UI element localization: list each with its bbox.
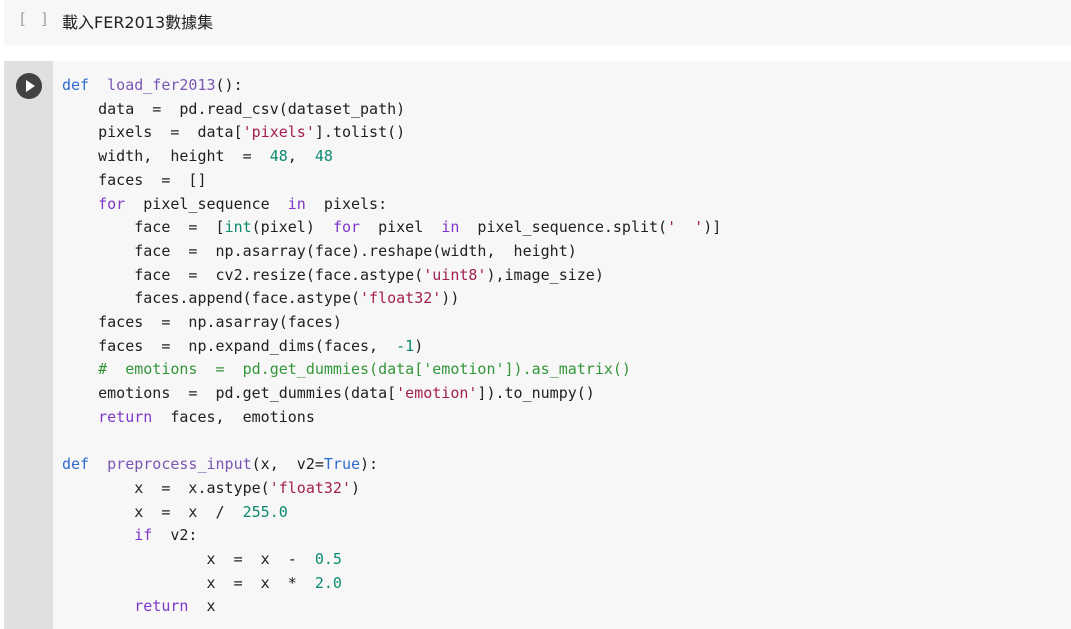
code-token: in xyxy=(441,218,460,237)
code-token: faces = np.expand_dims(faces, xyxy=(62,336,397,355)
code-token: 2.0 xyxy=(314,573,342,592)
code-line: face = np.asarray(face).reshape(width, h… xyxy=(62,239,577,263)
code-token: preprocess_input xyxy=(107,455,252,474)
code-token: for xyxy=(98,194,126,213)
code-token: width, height = xyxy=(62,147,270,166)
code-token: (x, v2= xyxy=(251,455,324,474)
code-token: 'pixels' xyxy=(242,123,315,142)
code-token: x = x * xyxy=(62,573,315,592)
code-token: (): xyxy=(215,76,243,94)
code-token: pixel xyxy=(360,218,442,237)
code-line: faces = np.asarray(faces) xyxy=(62,310,342,334)
code-token: ) xyxy=(414,336,424,355)
code-token: )) xyxy=(441,289,460,308)
code-token: emotions = pd.get_dummies(data[ xyxy=(62,384,397,403)
code-token: for xyxy=(332,218,361,237)
code-token: return xyxy=(134,597,189,616)
code-token: pixels = data[ xyxy=(62,123,243,142)
code-line: return x xyxy=(62,594,216,618)
code-line: pixels = data['pixels'].tolist() xyxy=(62,120,405,144)
cell-heading: 載入FER2013數據集 xyxy=(62,13,214,32)
code-line: emotions = pd.get_dummies(data['emotion'… xyxy=(62,381,595,405)
code-line: def preprocess_input(x, v2=True): xyxy=(62,452,378,476)
code-token: face = [ xyxy=(62,218,225,237)
cell-gutter xyxy=(4,61,53,629)
code-token: faces.append(face.astype( xyxy=(62,289,361,308)
code-token: faces = np.asarray(faces) xyxy=(62,313,342,331)
code-token: # emotions = pd.get_dummies(data['emotio… xyxy=(62,360,631,379)
code-line: width, height = 48, 48 xyxy=(62,144,333,168)
code-line: return faces, emotions xyxy=(62,405,315,429)
code-token: )] xyxy=(703,218,722,237)
code-token: v2: xyxy=(152,526,198,545)
cell-execution-count: [ ] xyxy=(18,10,52,28)
code-token: x xyxy=(188,597,216,616)
code-token: data = pd.read_csv(dataset_path) xyxy=(62,99,406,118)
code-token: -1 xyxy=(396,336,415,355)
code-line: faces = [] xyxy=(62,168,207,192)
code-line: face = [int(pixel) for pixel in pixel_se… xyxy=(62,215,721,239)
code-token: return xyxy=(98,407,153,426)
code-token: pixel_sequence xyxy=(125,194,288,213)
code-token: pixels: xyxy=(305,194,388,213)
code-token: 'float32' xyxy=(269,478,351,497)
code-token: def xyxy=(62,76,90,94)
code-token: 'float32' xyxy=(360,289,442,308)
code-token: , xyxy=(287,147,315,166)
code-line: def load_fer2013(): xyxy=(62,73,243,97)
code-line: data = pd.read_csv(dataset_path) xyxy=(62,97,405,121)
code-line: x = x.astype('float32') xyxy=(62,476,360,500)
code-token: ) xyxy=(351,478,361,497)
code-line: x = x * 2.0 xyxy=(62,571,342,595)
code-token: x = x - xyxy=(62,550,315,568)
code-line: # emotions = pd.get_dummies(data['emotio… xyxy=(62,357,631,381)
code-token: load_fer2013 xyxy=(107,76,216,94)
run-cell-button[interactable] xyxy=(16,73,42,99)
code-line: x = x / 255.0 xyxy=(62,500,288,524)
code-token: ]).to_numpy() xyxy=(477,384,595,403)
code-token: def xyxy=(62,455,90,474)
code-token: face = cv2.resize(face.astype( xyxy=(62,265,424,284)
code-token: 255.0 xyxy=(242,502,288,521)
code-token: x = x.astype( xyxy=(62,478,270,497)
code-token: ' ' xyxy=(667,218,704,237)
code-token: 0.5 xyxy=(314,550,342,568)
code-line: face = cv2.resize(face.astype('uint8'),i… xyxy=(62,263,604,287)
code-token: True xyxy=(323,455,361,474)
code-token: faces = [] xyxy=(62,170,207,189)
play-icon xyxy=(26,80,35,92)
code-token: 48 xyxy=(269,147,288,166)
code-token: ): xyxy=(360,455,379,474)
code-line: if v2: xyxy=(62,523,197,547)
code-token: x = x / xyxy=(62,502,243,521)
code-token: 'emotion' xyxy=(396,384,478,403)
code-token: ].tolist() xyxy=(314,123,406,142)
code-line: faces = np.expand_dims(faces, -1) xyxy=(62,334,423,358)
code-token: int xyxy=(224,218,252,237)
code-token: face = np.asarray(face).reshape(width, h… xyxy=(62,241,577,260)
code-token: in xyxy=(287,194,306,213)
code-token: faces, emotions xyxy=(152,407,315,426)
code-token: 'uint8' xyxy=(423,265,487,284)
code-line: x = x - 0.5 xyxy=(62,547,342,571)
code-token: if xyxy=(134,526,153,545)
code-token: (pixel) xyxy=(251,218,333,237)
code-line: faces.append(face.astype('float32')) xyxy=(62,286,459,310)
code-cell[interactable]: def load_fer2013(): data = pd.read_csv(d… xyxy=(4,61,1071,629)
code-token: pixel_sequence.split( xyxy=(459,218,668,237)
code-line: for pixel_sequence in pixels: xyxy=(62,192,387,216)
code-editor[interactable]: def load_fer2013(): data = pd.read_csv(d… xyxy=(54,61,1071,629)
code-token: 48 xyxy=(314,147,333,166)
text-cell[interactable]: [ ] 載入FER2013數據集 xyxy=(4,0,1071,45)
code-token: ),image_size) xyxy=(486,265,604,284)
